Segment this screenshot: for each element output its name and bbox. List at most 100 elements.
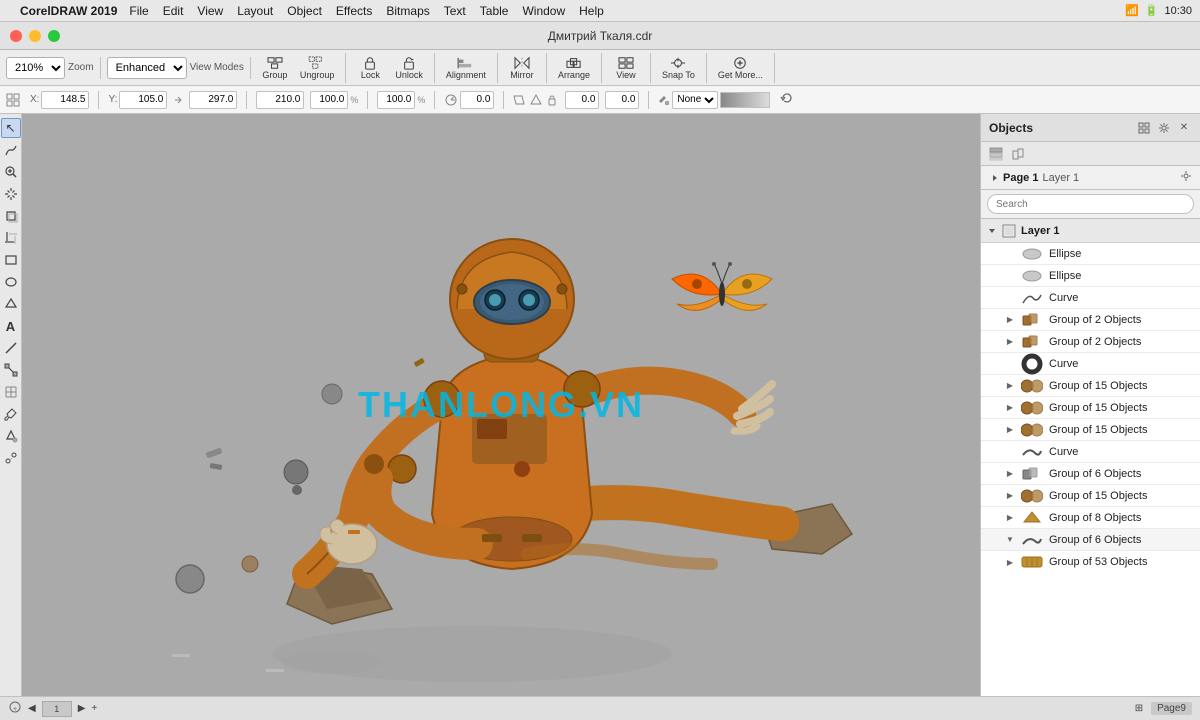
page-nav-next[interactable]: ▶ bbox=[78, 703, 86, 714]
mesh-tool-btn[interactable] bbox=[1, 382, 21, 402]
text-tool-btn[interactable]: A bbox=[1, 316, 21, 336]
menu-layout[interactable]: Layout bbox=[237, 4, 273, 18]
polygon-tool-btn[interactable] bbox=[1, 294, 21, 314]
obj-curve-2-label: Curve bbox=[1049, 446, 1192, 458]
transform-shape-icons bbox=[513, 93, 559, 107]
h2-field bbox=[605, 91, 639, 109]
x-input[interactable] bbox=[41, 91, 89, 109]
view-label: View bbox=[616, 71, 635, 80]
obj-group15-1[interactable]: ▶ Group of 15 Objects bbox=[981, 375, 1200, 397]
head-bolt1 bbox=[457, 284, 467, 294]
page-tab-1[interactable]: 1 bbox=[42, 701, 72, 717]
connector-tool-btn[interactable] bbox=[1, 360, 21, 380]
obj-group15-3[interactable]: ▶ Group of 15 Objects bbox=[981, 419, 1200, 441]
add-page-btn[interactable]: + bbox=[91, 703, 97, 714]
close-button[interactable] bbox=[10, 30, 22, 42]
panel-tab-layers[interactable] bbox=[987, 145, 1005, 163]
menu-help[interactable]: Help bbox=[579, 4, 604, 18]
height-input[interactable] bbox=[256, 91, 304, 109]
transform-tool-btn[interactable] bbox=[1, 206, 21, 226]
menu-window[interactable]: Window bbox=[522, 4, 565, 18]
view-button[interactable]: View bbox=[608, 53, 644, 83]
panel-icon1[interactable] bbox=[1136, 120, 1152, 136]
menu-object[interactable]: Object bbox=[287, 4, 322, 18]
menu-edit[interactable]: Edit bbox=[163, 4, 184, 18]
effects-tool-btn[interactable] bbox=[1, 448, 21, 468]
get-more-button[interactable]: Get More... bbox=[713, 53, 768, 83]
freehand-tool-btn[interactable] bbox=[1, 140, 21, 160]
arrange-button[interactable]: Arrange bbox=[553, 53, 595, 83]
main-area: ↖ A bbox=[0, 114, 1200, 696]
page-nav-prev[interactable]: ◀ bbox=[28, 703, 36, 714]
panel-close-icon[interactable]: ✕ bbox=[1176, 120, 1192, 136]
menu-bitmaps[interactable]: Bitmaps bbox=[386, 4, 429, 18]
angle-field bbox=[444, 91, 494, 109]
obj-group53[interactable]: ▶ Group of 53 Objects bbox=[981, 551, 1200, 573]
obj-ellipse-2[interactable]: Ellipse bbox=[981, 265, 1200, 287]
fill-select[interactable]: None bbox=[672, 91, 718, 109]
view-mode-group: Enhanced View Modes bbox=[107, 57, 251, 79]
crop-tool-btn[interactable] bbox=[1, 228, 21, 248]
y-input[interactable] bbox=[119, 91, 167, 109]
minimize-button[interactable] bbox=[29, 30, 41, 42]
menu-file[interactable]: File bbox=[129, 4, 148, 18]
snap-button[interactable]: Snap To bbox=[657, 53, 700, 83]
collapse-icon[interactable] bbox=[989, 173, 999, 183]
menu-effects[interactable]: Effects bbox=[336, 4, 372, 18]
alignment-button[interactable]: Alignment bbox=[441, 53, 491, 83]
angle-input[interactable] bbox=[460, 91, 494, 109]
pan-tool-btn[interactable] bbox=[1, 184, 21, 204]
menu-text[interactable]: Text bbox=[444, 4, 466, 18]
eyedropper-tool-btn[interactable] bbox=[1, 404, 21, 424]
panel-settings-icon[interactable] bbox=[1156, 120, 1172, 136]
unlock-button[interactable]: Unlock bbox=[390, 53, 428, 83]
obj-group15-2[interactable]: ▶ Group of 15 Objects bbox=[981, 397, 1200, 419]
sep3 bbox=[367, 91, 368, 109]
maximize-button[interactable] bbox=[48, 30, 60, 42]
menu-view[interactable]: View bbox=[197, 4, 223, 18]
obj-group2-2[interactable]: ▶ Group of 2 Objects bbox=[981, 331, 1200, 353]
view-mode-select[interactable]: Enhanced bbox=[107, 57, 187, 79]
ellipse-tool-btn[interactable] bbox=[1, 272, 21, 292]
obj-group6-2[interactable]: ▼ Group of 6 Objects bbox=[981, 529, 1200, 551]
reset-btn[interactable] bbox=[780, 91, 794, 108]
obj-curve-2[interactable]: Curve bbox=[981, 441, 1200, 463]
layer-settings-btn[interactable] bbox=[1180, 170, 1192, 185]
obj-group2-1[interactable]: ▶ Group of 2 Objects bbox=[981, 309, 1200, 331]
h1-input[interactable] bbox=[565, 91, 599, 109]
obj-group8[interactable]: ▶ Group of 8 Objects bbox=[981, 507, 1200, 529]
width-input[interactable] bbox=[189, 91, 237, 109]
lock-button[interactable]: Lock bbox=[352, 53, 388, 83]
screw2 bbox=[284, 460, 308, 484]
color-swatch[interactable] bbox=[720, 92, 770, 108]
select-tool-btn[interactable]: ↖ bbox=[1, 118, 21, 138]
mirror-button[interactable]: Mirror bbox=[504, 53, 540, 83]
obj-curve-ring[interactable]: Curve bbox=[981, 353, 1200, 375]
obj-group6-1[interactable]: ▶ Group of 6 Objects bbox=[981, 463, 1200, 485]
zoom-tool-btn[interactable] bbox=[1, 162, 21, 182]
h2-input[interactable] bbox=[605, 91, 639, 109]
obj-curve-1[interactable]: Curve bbox=[981, 287, 1200, 309]
page-tools[interactable]: + bbox=[8, 700, 22, 717]
search-input[interactable] bbox=[987, 194, 1194, 214]
obj-group15-3-label: Group of 15 Objects bbox=[1049, 424, 1192, 436]
menu-table[interactable]: Table bbox=[480, 4, 509, 18]
fill-tool-btn[interactable] bbox=[1, 426, 21, 446]
rect-tool-btn[interactable] bbox=[1, 250, 21, 270]
window-title: Дмитрий Ткаля.cdr bbox=[548, 29, 652, 43]
zoom-select[interactable]: 210% bbox=[6, 57, 65, 79]
layer-header[interactable]: Layer 1 bbox=[981, 219, 1200, 243]
h-pct-input[interactable] bbox=[377, 91, 415, 109]
line-tool-btn[interactable] bbox=[1, 338, 21, 358]
canvas-area[interactable]: THANLONG.VN bbox=[22, 114, 980, 696]
obj-group15-4[interactable]: ▶ Group of 15 Objects bbox=[981, 485, 1200, 507]
h-pct-field: % bbox=[377, 91, 425, 109]
ungroup-button[interactable]: Ungroup bbox=[295, 53, 340, 83]
group-button[interactable]: Group bbox=[257, 53, 293, 83]
app-name[interactable]: CorelDRAW 2019 bbox=[20, 4, 117, 18]
obj-curve-1-label: Curve bbox=[1049, 292, 1192, 304]
properties-bar: X: Y: % % None bbox=[0, 86, 1200, 114]
panel-tab-objects[interactable] bbox=[1009, 145, 1027, 163]
w-pct-input[interactable] bbox=[310, 91, 348, 109]
obj-ellipse-1[interactable]: Ellipse bbox=[981, 243, 1200, 265]
